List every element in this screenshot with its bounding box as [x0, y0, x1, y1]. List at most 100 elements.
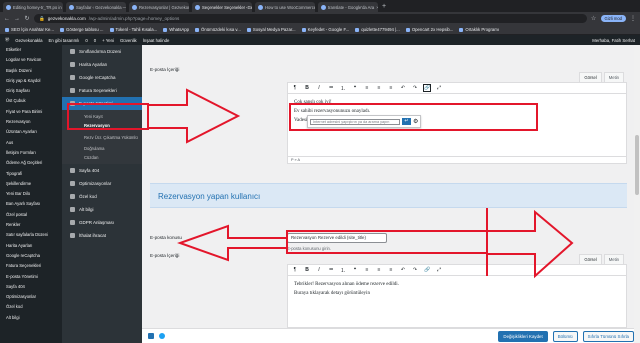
sidebar-item[interactable]: Özel kod [0, 302, 62, 312]
submenu-subitem[interactable]: Yeni Kayıt [62, 112, 142, 121]
sidebar-item[interactable]: Google reCaptcha [0, 251, 62, 261]
align-center-icon[interactable]: ≡ [376, 85, 382, 91]
submenu-item[interactable]: Optimizasyonlar [62, 177, 142, 190]
sidebar-item[interactable]: Üzüntan Ayarları [0, 127, 62, 137]
undo-icon[interactable]: ↶ [400, 85, 406, 91]
star-icon[interactable]: ☆ [591, 15, 597, 22]
link-icon[interactable]: 🔗 [423, 84, 431, 92]
visual-tab[interactable]: Görsel [579, 72, 602, 83]
submenu-subitem[interactable]: Doğrulama [62, 144, 142, 153]
sidebar-item[interactable]: Renkler [0, 220, 62, 230]
security-menu[interactable]: Güvenlik [120, 38, 137, 43]
bookmark-item[interactable]: Keyfedet - Google F... [301, 27, 349, 32]
save-changes-button[interactable]: Değişiklikleri Kaydet [498, 330, 548, 342]
bold-icon[interactable]: B [304, 267, 310, 273]
sidebar-item[interactable]: Logolar ve Favicon [0, 55, 62, 65]
sidebar-item[interactable]: Başlık Düzeni [0, 66, 62, 76]
adminbar-item[interactable]: En gibi tasarımlı [49, 38, 80, 43]
align-left-icon[interactable]: ≡ [364, 85, 370, 91]
align-center-icon[interactable]: ≡ [376, 267, 382, 273]
link-options-icon[interactable]: ⚙ [413, 118, 418, 125]
sidebar-item[interactable]: Sayfa 404 [0, 282, 62, 292]
new-button[interactable]: + Yeni [102, 38, 114, 43]
scrollbar-thumb[interactable] [635, 135, 639, 195]
align-right-icon[interactable]: ≡ [388, 85, 394, 91]
numbered-list-icon[interactable]: ⒈ [340, 85, 346, 92]
sidebar-item[interactable]: E-posta Yönetimi [0, 272, 62, 282]
comments-count[interactable]: 0 [85, 38, 87, 43]
apply-link-button[interactable]: ↵ [402, 118, 411, 125]
menu-icon[interactable]: ⋮ [630, 15, 636, 22]
bullet-list-icon[interactable]: ≔ [328, 267, 334, 273]
reload-icon[interactable]: ↻ [24, 15, 30, 22]
submenu-subitem[interactable]: Cüzdan [62, 153, 142, 162]
submenu-item[interactable]: Özel kod [62, 190, 142, 203]
reset-all-button[interactable]: Sıfırla Tümünü Sıfırla [582, 330, 634, 342]
submenu-item[interactable]: İthalat ihracat [62, 229, 142, 242]
sidebar-item[interactable]: Üst Çubuk [0, 96, 62, 106]
maintenance-status[interactable]: İnşaat halinde [143, 38, 170, 43]
sidebar-item[interactable]: Etiketler [0, 45, 62, 55]
sidebar-item[interactable]: Rezervasyon [0, 117, 62, 127]
bookmark-item[interactable]: Önümüzdeki kısa v... [195, 27, 241, 32]
bookmark-item[interactable]: Sosyal Medya Pazar... [246, 27, 296, 32]
browser-tab[interactable]: How to use WooCommerce× [255, 2, 315, 12]
submenu-item[interactable]: Alt bilgi [62, 203, 142, 216]
sidebar-item[interactable]: Yeni Bar Dilo [0, 189, 62, 199]
redo-icon[interactable]: ↷ [412, 267, 418, 273]
user-greeting[interactable]: Merhaba, Fatih Serhat [592, 38, 635, 43]
submenu-item[interactable]: Sınıflandırma Düzeni [62, 45, 142, 58]
sidebar-item[interactable]: İletişim Formları [0, 148, 62, 158]
address-bar[interactable]: 🔒 gezvekonakla.com/wp-admin/admin.php?pa… [34, 14, 587, 23]
browser-tab[interactable]: Editing homey-tr_TR.po in I× [3, 2, 63, 12]
text-tab-2[interactable]: Metin [603, 254, 624, 265]
sidebar-item[interactable]: Giriş yap & Kaydol [0, 76, 62, 86]
bookmark-item[interactable]: Opencart 2x Hepsib... [405, 27, 453, 32]
facebook-icon[interactable] [148, 333, 154, 339]
sidebar-item[interactable]: Tipografi [0, 169, 62, 179]
reset-section-button[interactable]: Bölümü [552, 330, 578, 342]
submenu-subitem[interactable]: Rezervasyon [62, 121, 142, 130]
undo-icon[interactable]: ↶ [400, 267, 406, 273]
sidebar-item[interactable]: Ban Ayarlı Sayfası [0, 199, 62, 209]
sidebar-item[interactable]: Harita Ayarları [0, 241, 62, 251]
sidebar-item[interactable]: Şekillendirme [0, 179, 62, 189]
format-select-icon[interactable]: ¶ [292, 267, 298, 273]
sidebar-item[interactable]: Alt bilgi [0, 313, 62, 323]
bookmark-item[interactable]: Ortaklık Programı [459, 27, 499, 32]
visual-tab-2[interactable]: Görsel [579, 254, 602, 265]
browser-tab[interactable]: Seçenekler Seçenekler ‹Gez× [192, 2, 252, 12]
updates-count[interactable]: 0 [94, 38, 96, 43]
forward-icon[interactable]: → [14, 16, 20, 22]
bookmark-item[interactable]: quizlette4779494 |... [355, 27, 400, 32]
close-tab-icon[interactable]: × [376, 5, 378, 10]
fullscreen-icon[interactable]: ⤢ [436, 85, 442, 91]
browser-tab[interactable]: translate - Google'da Ara × [318, 2, 378, 12]
browser-tab[interactable]: Sayfalar ‹ Gezvekonakla — W× [66, 2, 126, 12]
submenu-item[interactable]: Google reCaptcha [62, 71, 142, 84]
sidebar-item[interactable]: Özel postal [0, 210, 62, 220]
link-icon[interactable]: 🔗 [424, 267, 430, 273]
site-name[interactable]: Gezvekonakla [15, 38, 42, 43]
sidebar-item[interactable]: Optimizasyonlar [0, 292, 62, 302]
align-left-icon[interactable]: ≡ [364, 267, 370, 273]
redo-icon[interactable]: ↷ [412, 85, 418, 91]
numbered-list-icon[interactable]: ⒈ [340, 267, 346, 274]
bookmark-item[interactable]: Gösterge tablosu ... [60, 27, 104, 32]
sidebar-item[interactable]: Ödeme Ağ Geçitleri [0, 158, 62, 168]
fullscreen-icon[interactable]: ⤢ [436, 267, 442, 273]
bookmark-item[interactable]: SEO İçin Anahtar Ke... [5, 27, 54, 32]
italic-icon[interactable]: I [316, 267, 322, 273]
format-select-icon[interactable]: ¶ [292, 85, 298, 91]
wordpress-icon[interactable]: Ⓦ [5, 37, 9, 43]
sidebar-item[interactable]: Aus [0, 138, 62, 148]
submenu-item[interactable]: Harita Ayarları [62, 58, 142, 71]
sidebar-item[interactable]: Fiyat ve Para Birimi [0, 107, 62, 117]
blockquote-icon[interactable]: ❝ [352, 85, 358, 91]
bookmark-item[interactable]: Tokenl - Tahli Kısala... [109, 27, 157, 32]
page-scrollbar[interactable] [634, 45, 640, 343]
text-tab[interactable]: Metin [603, 72, 624, 83]
sidebar-item[interactable]: Fatura Seçenekleri [0, 261, 62, 271]
blockquote-icon[interactable]: ❝ [352, 267, 358, 273]
bookmark-item[interactable]: WhatsApp [163, 27, 189, 32]
